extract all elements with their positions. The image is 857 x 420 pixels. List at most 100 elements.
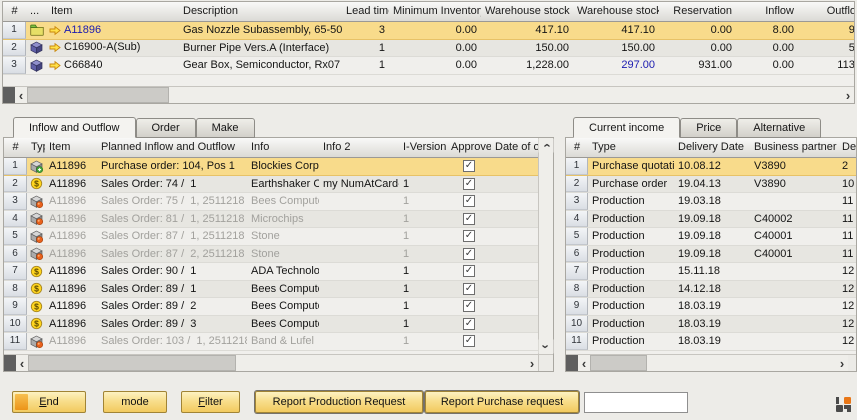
left-hscroll-thumb[interactable] xyxy=(28,355,236,371)
inflow-grid-vscrollbar[interactable]: ›› xyxy=(538,138,553,371)
planned-inflow-outflow-cell: Purchase order: 104, Pos 1 xyxy=(97,158,247,175)
type-cell: Production xyxy=(588,281,674,298)
tab-price[interactable]: Price xyxy=(680,118,737,138)
approved-checkbox[interactable]: ✓ xyxy=(463,195,475,207)
planned-row[interactable]: 9$A11896Sales Order: 89 / 2Bees Computer… xyxy=(4,298,538,316)
income-row[interactable]: 5Production19.09.18C4000111 xyxy=(566,228,856,246)
planned-row[interactable]: 8$A11896Sales Order: 89 / 1Bees Computer… xyxy=(4,281,538,299)
i-version-cell: 1 xyxy=(399,193,447,210)
top-hscroll-right-arrow-icon[interactable]: › xyxy=(842,87,854,103)
planned-row[interactable]: 3A11896Sales Order: 75 / 1, 2511218Bees … xyxy=(4,193,538,211)
i-version-cell: 1 xyxy=(399,281,447,298)
date-of-order-cell xyxy=(491,263,538,280)
planned-row[interactable]: 4A11896Sales Order: 81 / 1, 2511218Micro… xyxy=(4,211,538,229)
column-header-reservation: Reservation xyxy=(659,2,736,21)
tab-order[interactable]: Order xyxy=(136,118,196,138)
planned-row[interactable]: 2$A11896Sales Order: 74 / 1Earthshaker C… xyxy=(4,176,538,194)
income-row[interactable]: 10Production18.03.1912 xyxy=(566,316,856,334)
item-row[interactable]: 2C16900-A(Sub)Burner Pipe Vers.A (Interf… xyxy=(3,40,854,58)
column-header-approved: Approved xyxy=(447,138,491,157)
income-row[interactable]: 4Production19.09.18C4000211 xyxy=(566,211,856,229)
row-number: 3 xyxy=(566,193,588,210)
footer-input[interactable] xyxy=(584,392,688,413)
item-cell: A11896 xyxy=(45,158,97,175)
item-cube-icon xyxy=(30,59,43,72)
filter-button[interactable]: Filter xyxy=(181,391,240,413)
items-grid-header: #...ItemDescriptionLead timeMinimum Inve… xyxy=(3,2,854,22)
top-hscroll-thumb[interactable] xyxy=(27,87,169,103)
delivery-date-cell: 10.08.12 xyxy=(674,158,750,175)
right-hscroll-left-arrow-icon[interactable]: ‹ xyxy=(578,355,590,371)
approved-checkbox[interactable]: ✓ xyxy=(463,230,475,242)
approved-checkbox[interactable]: ✓ xyxy=(463,213,475,225)
left-vscroll-down-arrow-icon[interactable]: › xyxy=(539,340,554,354)
date-of-order-cell xyxy=(491,246,538,263)
income-row[interactable]: 2Purchase order19.04.13V389010 xyxy=(566,176,856,194)
income-row[interactable]: 7Production15.11.1812 xyxy=(566,263,856,281)
mode-button[interactable]: mode xyxy=(103,391,167,413)
planned-inflow-outflow-cell: Sales Order: 103 / 1, 2511218 xyxy=(97,333,247,350)
column-header-minimum-inventory: Minimum Inventory xyxy=(389,2,481,21)
svg-text:$: $ xyxy=(34,266,39,276)
end-button[interactable]: End xyxy=(12,391,86,413)
inflow-grid-hscrollbar[interactable]: ‹› xyxy=(4,354,538,371)
approved-checkbox[interactable]: ✓ xyxy=(463,178,475,190)
tab-inflow-and-outflow[interactable]: Inflow and Outflow xyxy=(13,117,136,138)
planned-row[interactable]: 7$A11896Sales Order: 90 / 1ADA Technolog… xyxy=(4,263,538,281)
planned-inflow-outflow-cell: Sales Order: 81 / 1, 2511218 xyxy=(97,211,247,228)
top-hscroll-left-arrow-icon[interactable]: ‹ xyxy=(15,87,27,103)
item-row[interactable]: 1A11896Gas Nozzle Subassembly, 65-502543… xyxy=(3,22,854,40)
link-arrow-icon[interactable] xyxy=(49,42,61,53)
date-of-order-cell xyxy=(491,228,538,245)
type-cell: Production xyxy=(588,298,674,315)
approved-checkbox[interactable]: ✓ xyxy=(463,335,475,347)
row-number: 3 xyxy=(3,57,26,74)
approved-checkbox[interactable]: ✓ xyxy=(463,248,475,260)
footer-bar: End mode Filter Report Production Reques… xyxy=(0,389,857,420)
business-partner-cell: C40001 xyxy=(750,228,838,245)
type-cell: Purchase order xyxy=(588,176,674,193)
items-grid-filler xyxy=(3,75,854,87)
tab-make[interactable]: Make xyxy=(196,118,255,138)
items-grid-hscrollbar[interactable]: ‹› xyxy=(3,86,854,103)
income-row[interactable]: 11Production18.03.1912 xyxy=(566,333,856,351)
approved-checkbox[interactable]: ✓ xyxy=(463,283,475,295)
inflow-cell: 0.00 xyxy=(736,57,798,74)
info2-cell xyxy=(319,263,399,280)
delivery-date-cell: 14.12.18 xyxy=(674,281,750,298)
outflow-cell: 5.0 xyxy=(798,40,854,57)
delivery-date-cell: 19.04.13 xyxy=(674,176,750,193)
end-button-label: End xyxy=(39,396,59,408)
income-row[interactable]: 1Purchase quotatio10.08.12V38902 xyxy=(566,158,856,176)
inflow-grid-rows: 1A11896Purchase order: 104, Pos 1Blockie… xyxy=(4,158,538,351)
left-hscroll-left-arrow-icon[interactable]: ‹ xyxy=(16,355,28,371)
right-hscroll-thumb[interactable] xyxy=(590,355,647,371)
item-row[interactable]: 3C66840Gear Box, Semiconductor, Rx0710.0… xyxy=(3,57,854,75)
income-row[interactable]: 9Production18.03.1912 xyxy=(566,298,856,316)
report-production-request-button[interactable]: Report Production Request xyxy=(255,391,423,413)
approved-checkbox[interactable]: ✓ xyxy=(463,318,475,330)
tab-current-income[interactable]: Current income xyxy=(573,117,680,138)
right-hscroll-right-arrow-icon[interactable]: › xyxy=(836,355,848,371)
left-vscroll-up-arrow-icon[interactable]: › xyxy=(539,139,554,153)
approved-checkbox[interactable]: ✓ xyxy=(463,265,475,277)
planned-row[interactable]: 11A11896Sales Order: 103 / 1, 2511218Ban… xyxy=(4,333,538,351)
tab-alternative[interactable]: Alternative xyxy=(737,118,821,138)
planned-row[interactable]: 10$A11896Sales Order: 89 / 3Bees Compute… xyxy=(4,316,538,334)
approved-cell: ✓ xyxy=(447,316,491,333)
income-grid-hscrollbar[interactable]: ‹› xyxy=(566,354,856,371)
link-arrow-icon[interactable] xyxy=(49,60,61,71)
income-row[interactable]: 8Production14.12.1812 xyxy=(566,281,856,299)
approved-checkbox[interactable]: ✓ xyxy=(463,300,475,312)
row-number: 1 xyxy=(566,158,588,175)
planned-row[interactable]: 1A11896Purchase order: 104, Pos 1Blockie… xyxy=(4,158,538,176)
income-row[interactable]: 6Production19.09.18C4000111 xyxy=(566,246,856,264)
report-purchase-request-button[interactable]: Report Purchase request xyxy=(425,391,579,413)
left-hscroll-right-arrow-icon[interactable]: › xyxy=(526,355,538,371)
form-mode-grip-icon[interactable] xyxy=(836,397,851,412)
income-row[interactable]: 3Production19.03.1811 xyxy=(566,193,856,211)
link-arrow-icon[interactable] xyxy=(49,25,61,36)
approved-checkbox[interactable]: ✓ xyxy=(463,160,475,172)
planned-row[interactable]: 6A11896Sales Order: 87 / 2, 2511218Stone… xyxy=(4,246,538,264)
planned-row[interactable]: 5A11896Sales Order: 87 / 1, 2511218Stone… xyxy=(4,228,538,246)
